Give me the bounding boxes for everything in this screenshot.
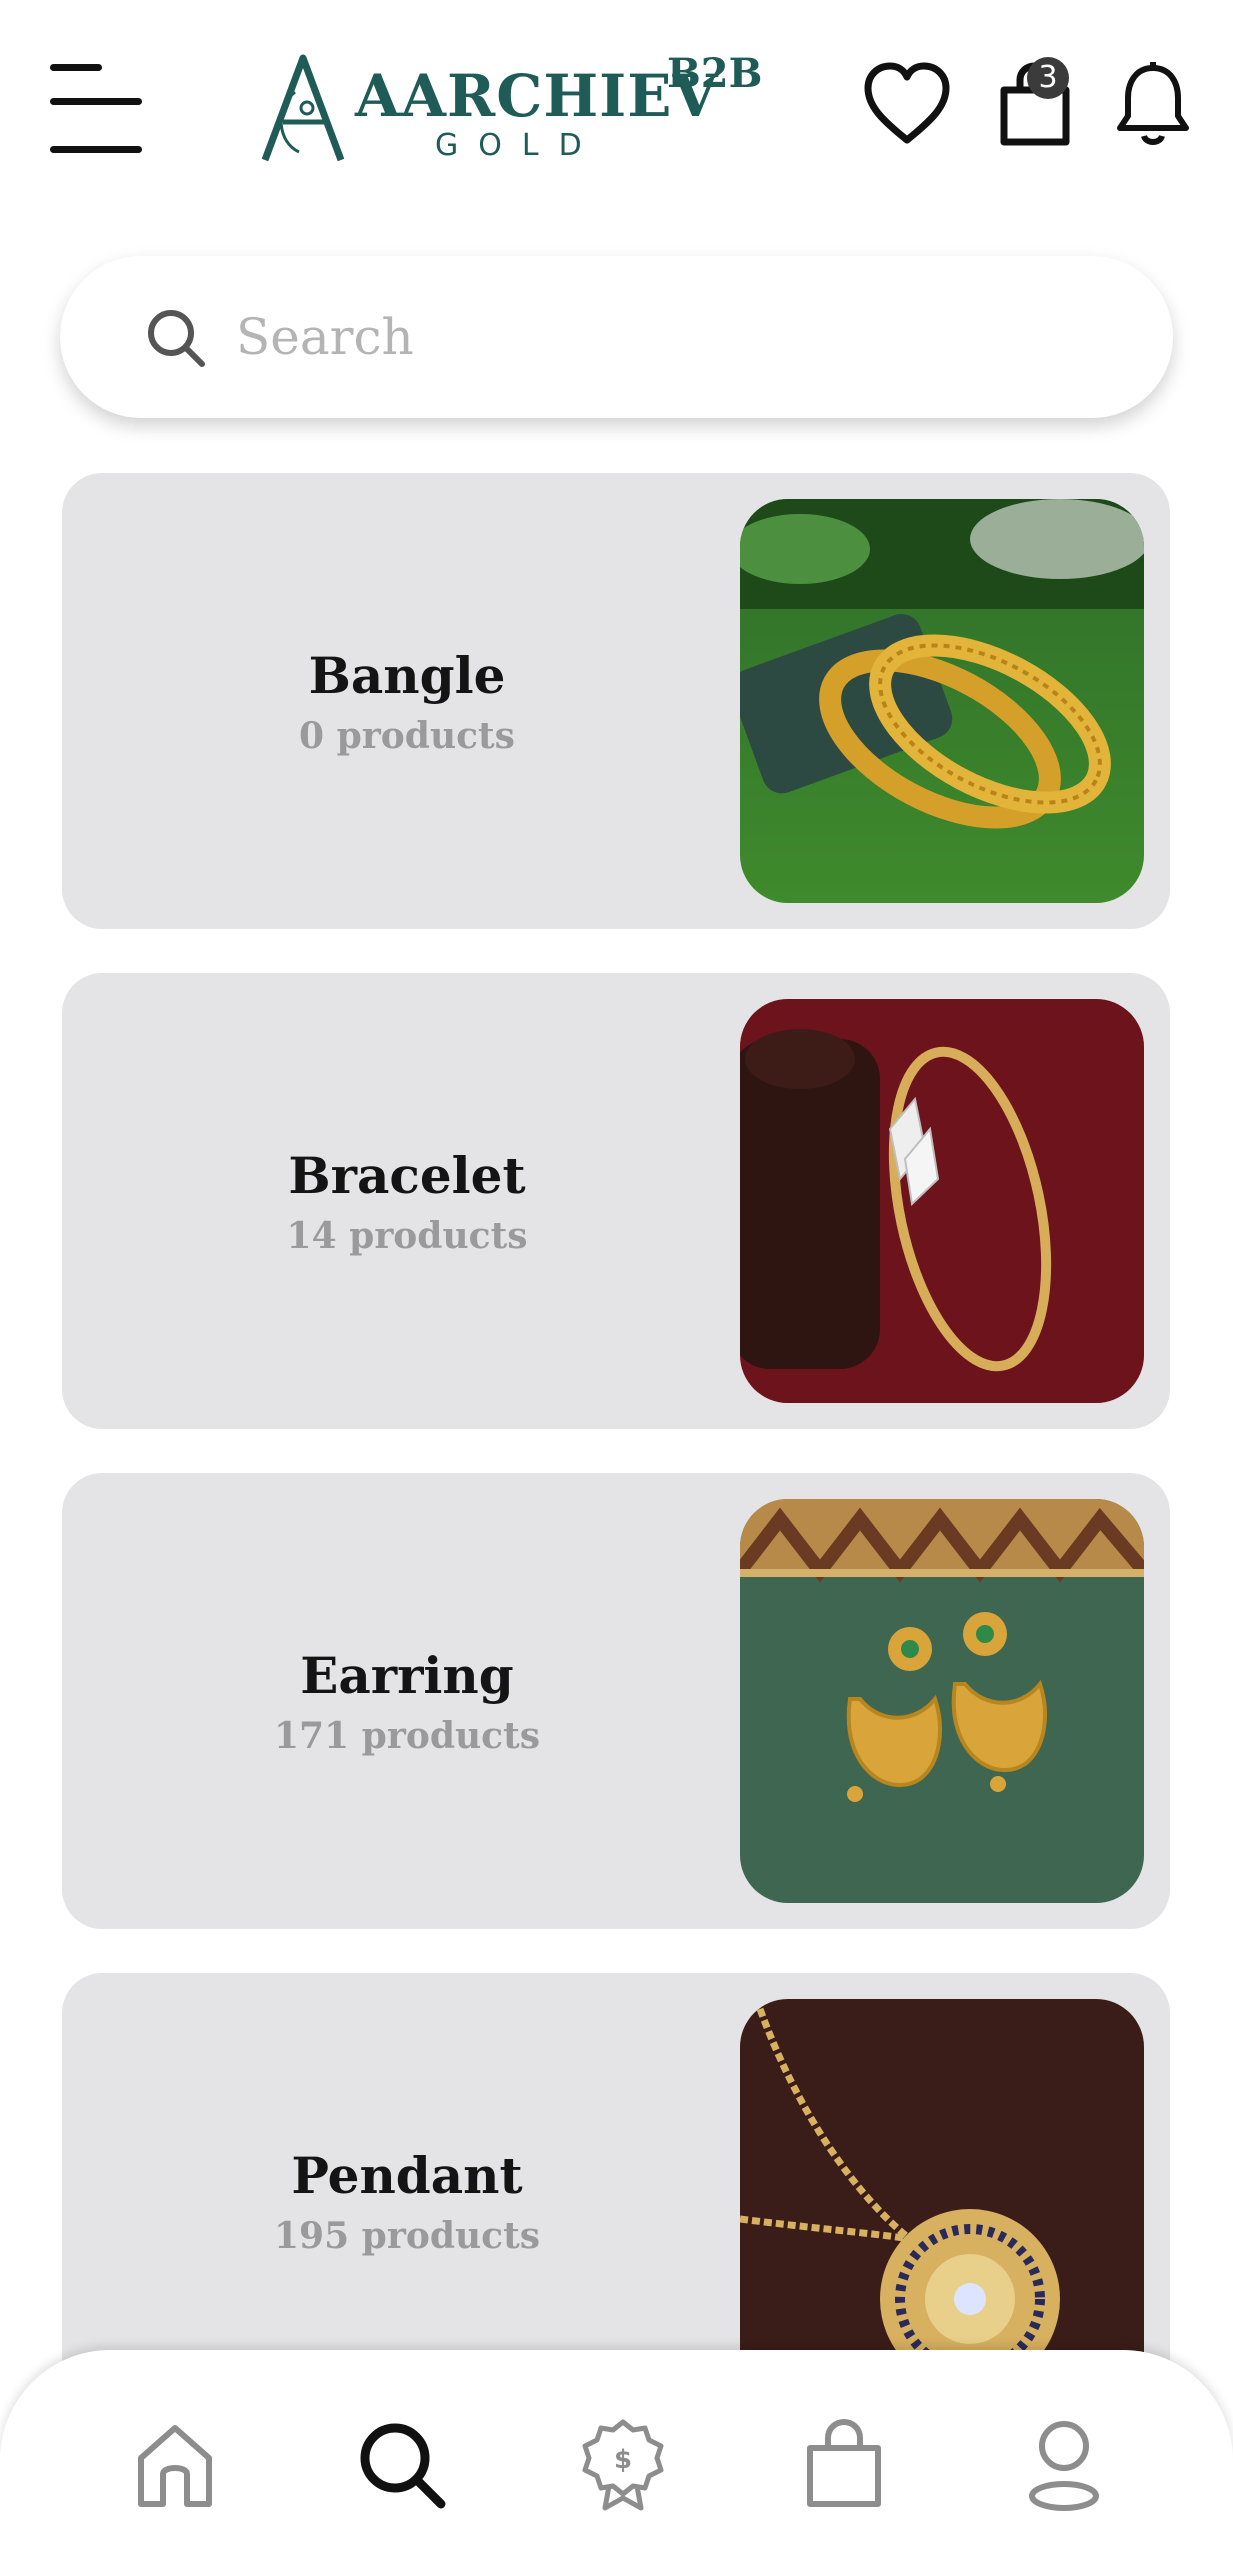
category-product-count: 0 products — [299, 714, 515, 757]
menu-icon — [50, 64, 102, 71]
heart-icon — [864, 62, 950, 144]
search-icon — [360, 2423, 446, 2509]
nav-offers[interactable]: $ — [575, 2416, 671, 2512]
category-name: Bracelet — [288, 1145, 526, 1205]
category-image-pendant — [740, 1999, 1144, 2403]
logo-mark-icon — [261, 54, 345, 162]
category-image-earring — [740, 1499, 1144, 1903]
search-input[interactable] — [236, 292, 1116, 382]
category-product-count: 171 products — [274, 1714, 540, 1757]
bell-icon — [1117, 62, 1189, 145]
category-card-bracelet[interactable]: Bracelet 14 products — [62, 973, 1170, 1429]
menu-button[interactable] — [48, 58, 146, 156]
category-card-bangle[interactable]: Bangle 0 products — [62, 473, 1170, 929]
offers-badge-icon: $ — [582, 2419, 664, 2511]
category-name: Bangle — [308, 645, 506, 705]
menu-icon-line — [50, 146, 142, 153]
category-name: Pendant — [291, 2145, 523, 2205]
category-image-bracelet — [740, 999, 1144, 1403]
pendant-photo — [740, 1999, 1144, 2403]
brand-subtitle: GOLD — [435, 128, 602, 163]
cart-button[interactable]: 3 — [990, 57, 1080, 150]
brand-logo[interactable]: AARCHIEV B2B GOLD — [255, 48, 765, 168]
search-icon — [148, 310, 205, 367]
cart-count-badge: 3 — [1027, 57, 1069, 99]
brand-tag: B2B — [667, 50, 763, 97]
nav-bag[interactable] — [796, 2416, 892, 2512]
wishlist-button[interactable] — [862, 60, 952, 150]
nav-profile[interactable] — [1016, 2416, 1112, 2512]
profile-icon — [1029, 2421, 1099, 2511]
home-icon — [138, 2425, 212, 2507]
nav-home[interactable] — [127, 2416, 223, 2512]
shopping-bag-icon — [807, 2418, 881, 2507]
earring-photo — [740, 1499, 1144, 1903]
bracelet-photo — [740, 999, 1144, 1403]
bottom-navigation: $ — [0, 2350, 1233, 2560]
category-info: Bangle 0 products — [62, 473, 752, 929]
brand-name: AARCHIEV — [355, 62, 719, 130]
bangle-photo — [740, 499, 1144, 903]
category-info: Bracelet 14 products — [62, 973, 752, 1429]
menu-icon-line — [50, 98, 142, 105]
nav-search[interactable] — [353, 2416, 449, 2512]
category-info: Earring 171 products — [62, 1473, 752, 1929]
category-name: Earring — [300, 1645, 514, 1705]
svg-text:$: $ — [614, 2445, 632, 2475]
search-bar[interactable] — [60, 256, 1173, 418]
category-image-bangle — [740, 499, 1144, 903]
category-product-count: 195 products — [274, 2214, 540, 2257]
category-card-earring[interactable]: Earring 171 products — [62, 1473, 1170, 1929]
app-header: AARCHIEV B2B GOLD 3 — [0, 0, 1233, 220]
notifications-button[interactable] — [1108, 60, 1198, 150]
category-product-count: 14 products — [286, 1214, 528, 1257]
